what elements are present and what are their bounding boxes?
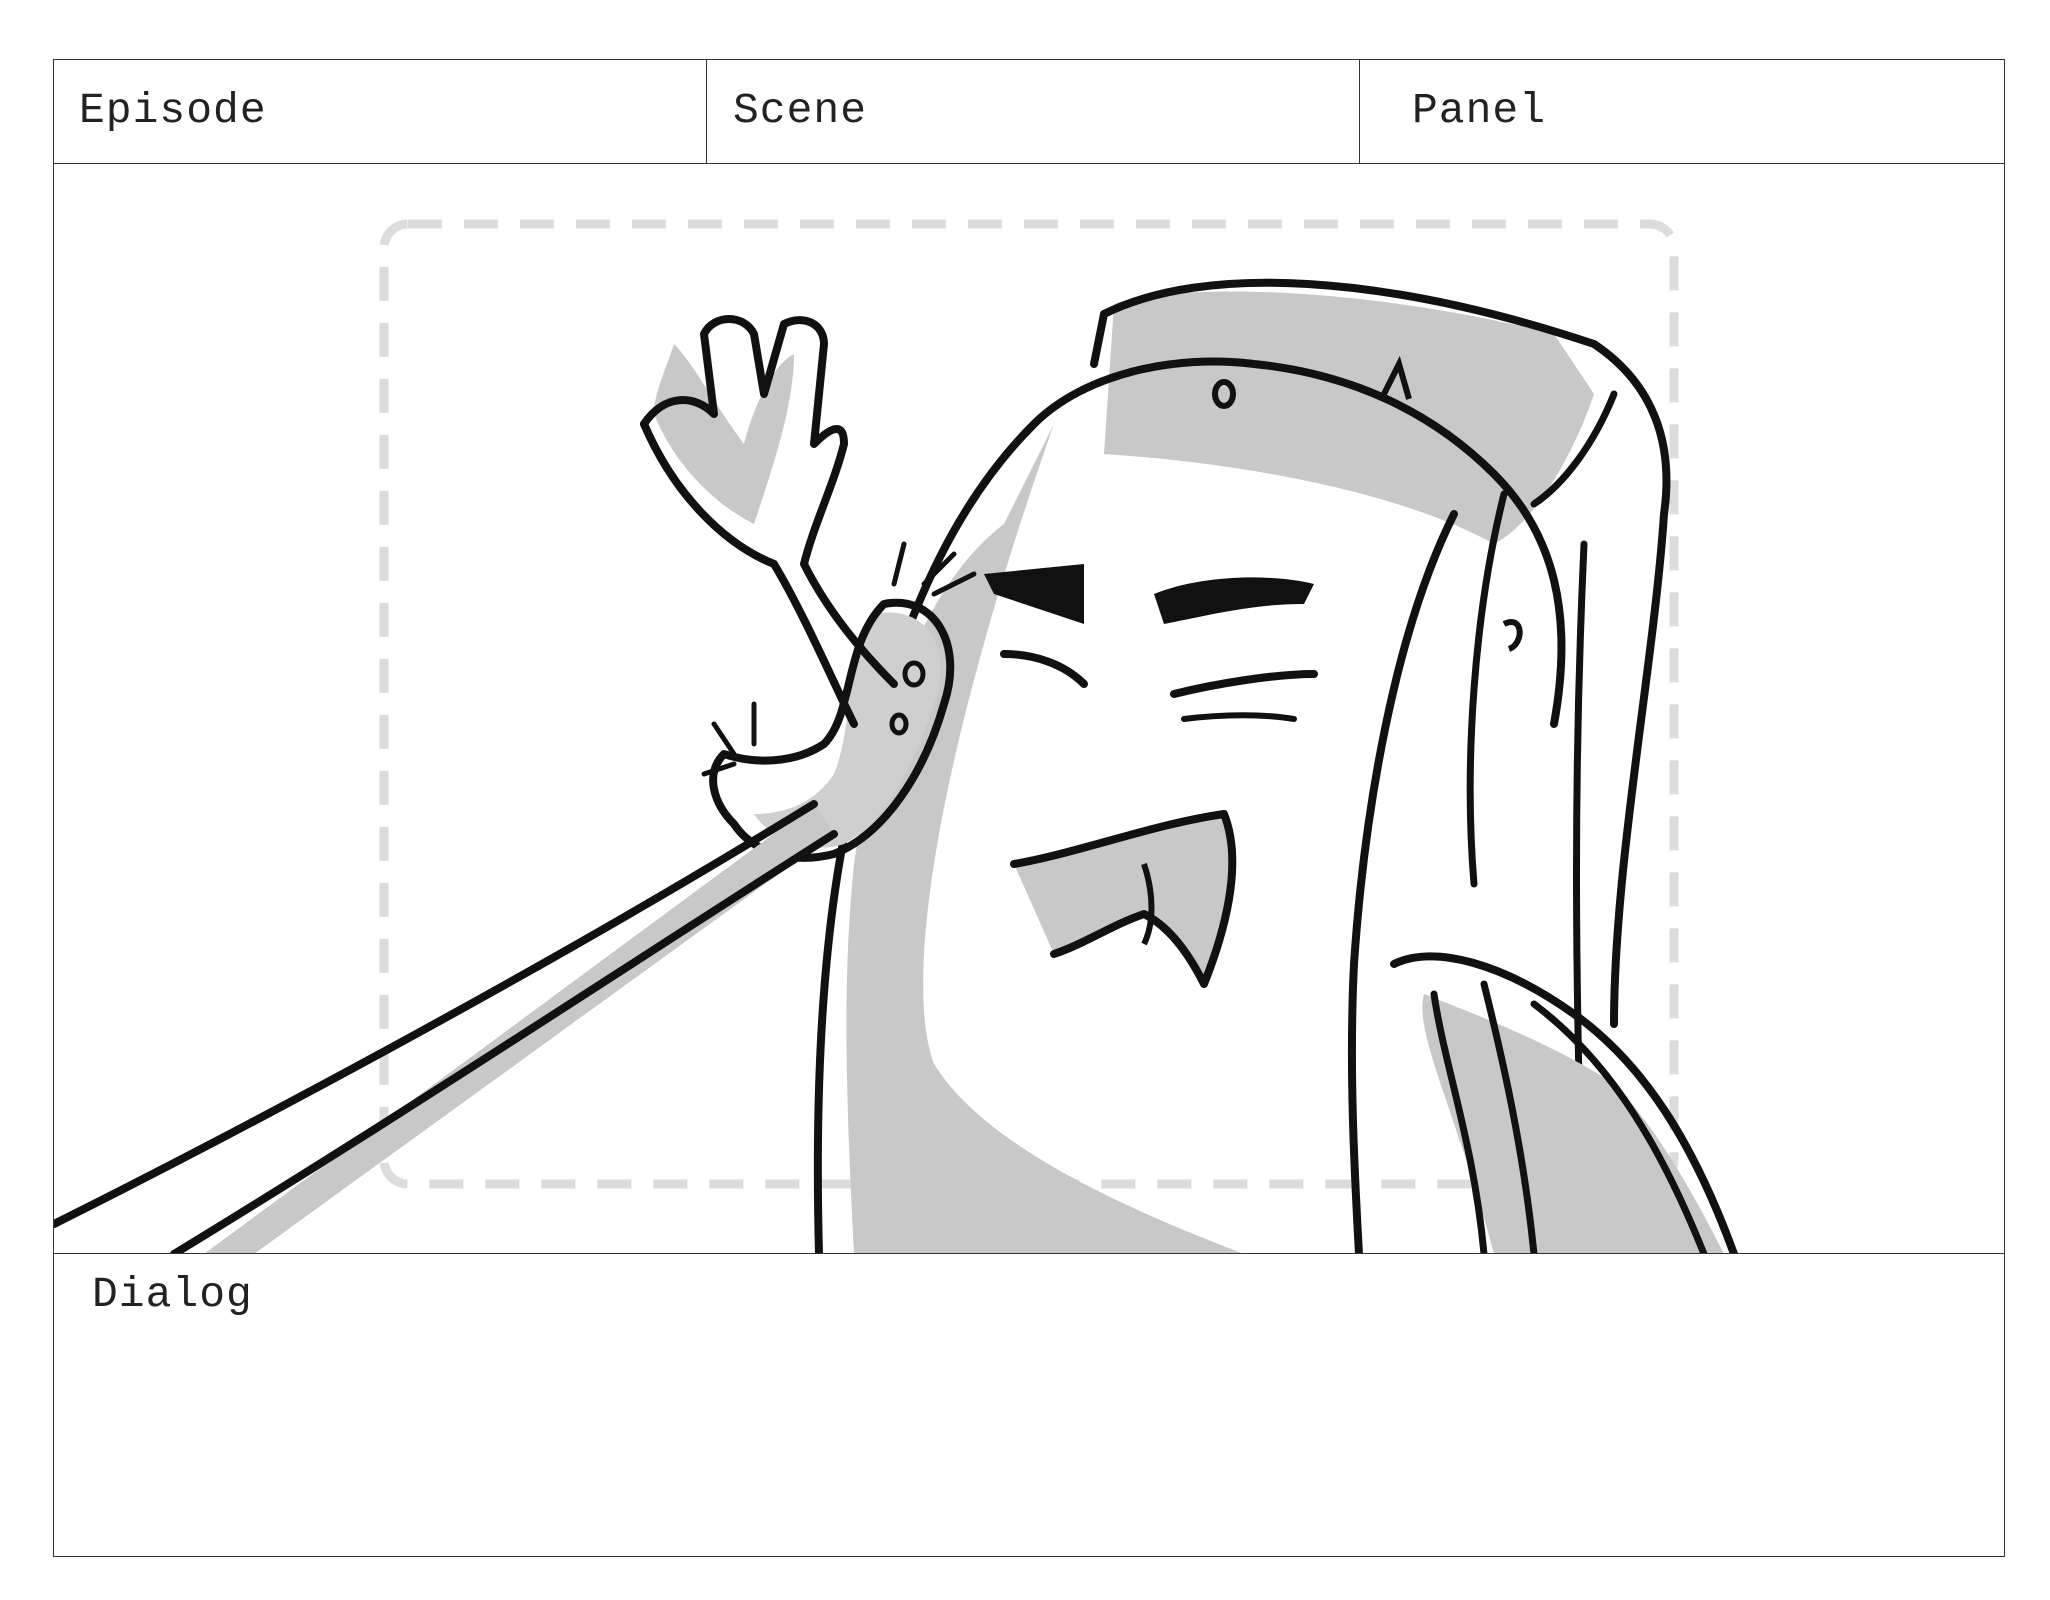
storyboard-header: Episode Scene Panel bbox=[54, 60, 2004, 164]
pole-outline-top bbox=[54, 800, 818, 1228]
episode-label: Episode bbox=[79, 86, 267, 135]
hair-strand bbox=[1347, 510, 1458, 1253]
storyboard-drawing-area bbox=[54, 164, 2004, 1254]
episode-cell[interactable]: Episode bbox=[54, 60, 707, 163]
dialog-label: Dialog bbox=[92, 1270, 253, 1319]
dialog-box[interactable]: Dialog bbox=[54, 1254, 2004, 1556]
panel-label: Panel bbox=[1412, 86, 1547, 135]
right-eye bbox=[1170, 670, 1318, 698]
scene-cell[interactable]: Scene bbox=[707, 60, 1360, 163]
right-eyebrow bbox=[1154, 577, 1314, 624]
left-eye bbox=[1000, 650, 1088, 688]
storyboard-drawing bbox=[54, 219, 1738, 1253]
mouth bbox=[1010, 810, 1237, 988]
right-hand-shading bbox=[1422, 994, 1724, 1253]
scene-label: Scene bbox=[733, 86, 868, 135]
left-eyebrow bbox=[984, 564, 1084, 624]
panel-cell[interactable]: Panel bbox=[1360, 60, 2006, 163]
storyboard-sheet: Episode Scene Panel Dialog bbox=[53, 59, 2005, 1557]
pole-outline-bottom bbox=[170, 830, 838, 1253]
